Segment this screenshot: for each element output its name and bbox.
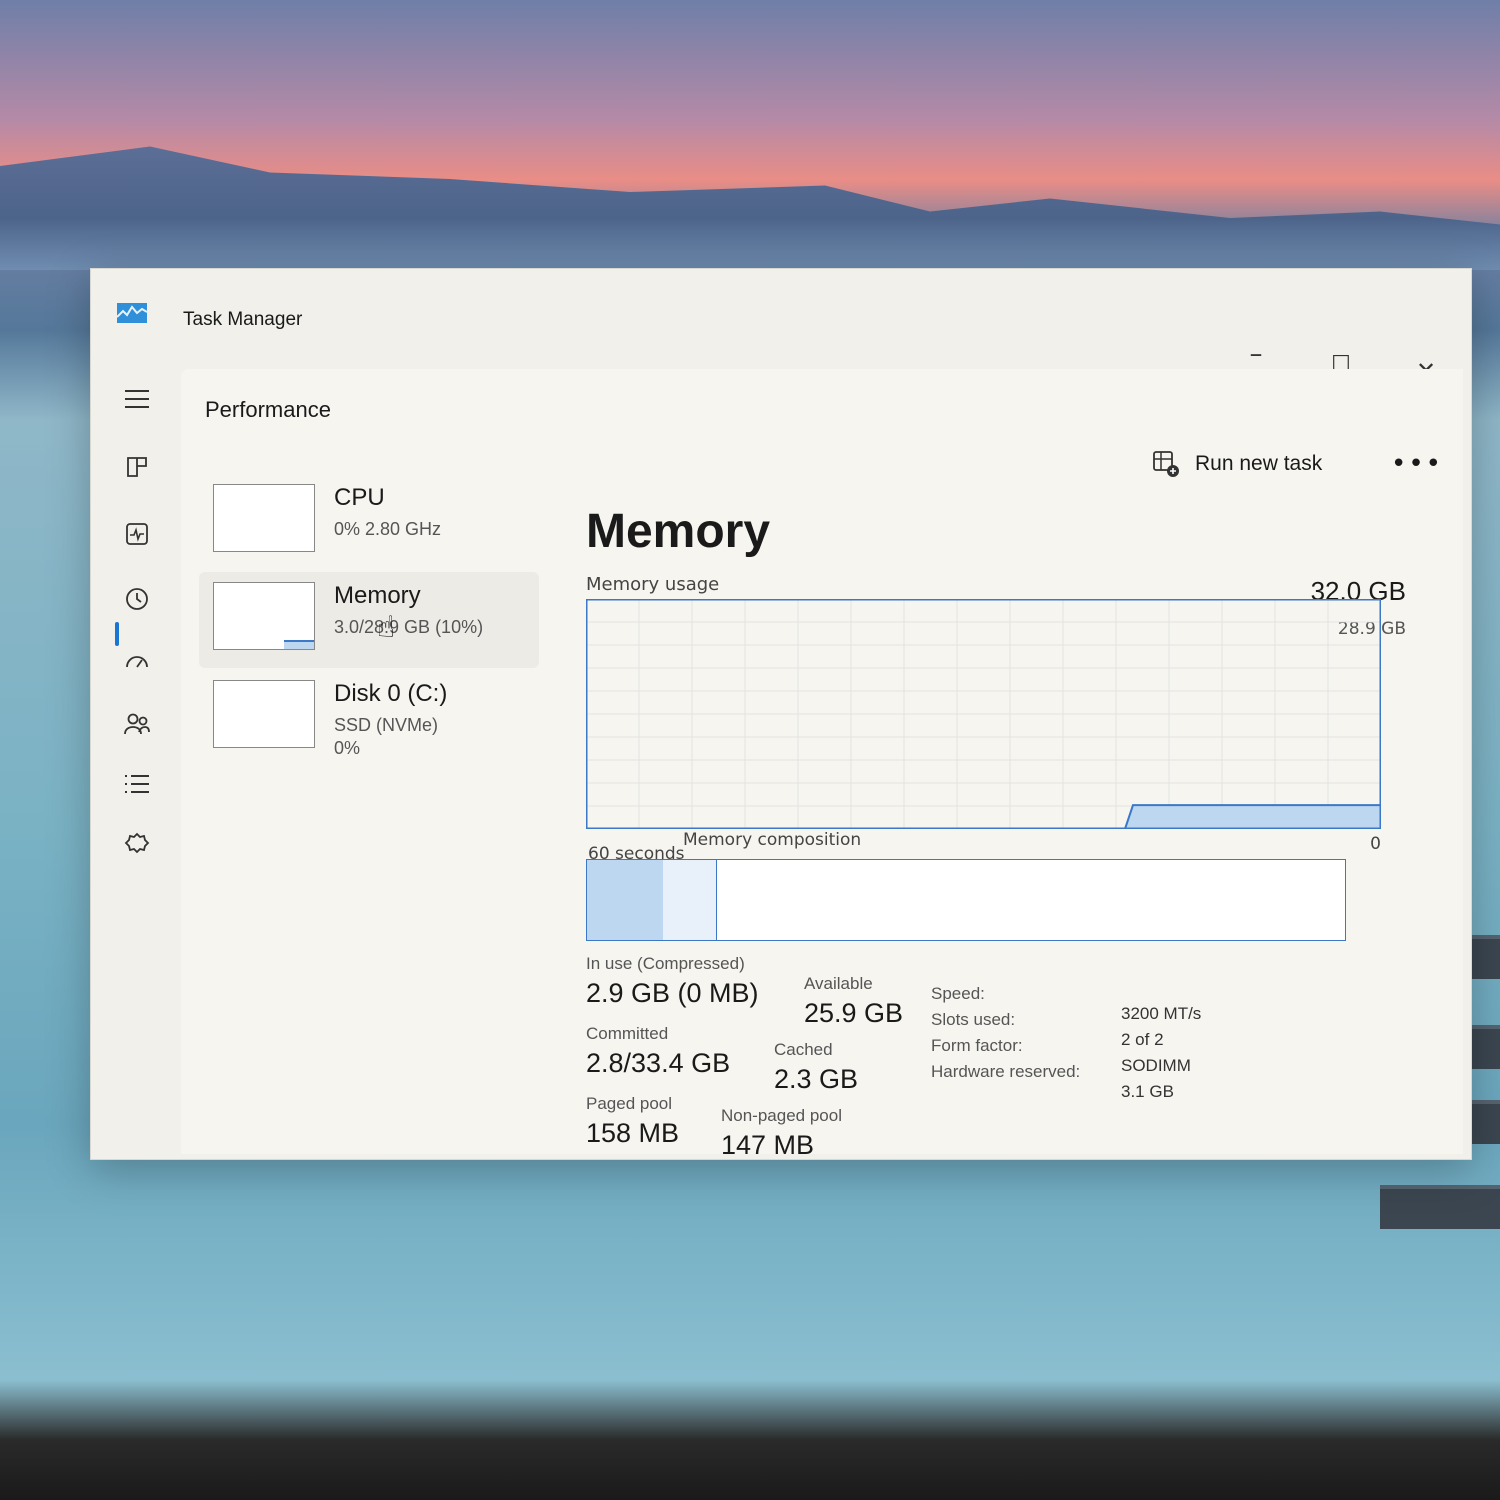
resource-title: Disk 0 (C:)	[334, 680, 448, 707]
composition-in-use	[587, 860, 664, 940]
composition-label: Memory composition	[683, 830, 862, 850]
memory-thumbnail-fill	[284, 640, 314, 649]
form-factor-label: Form factor:	[931, 1036, 1023, 1055]
resource-title: Memory	[334, 582, 421, 609]
cached-label: Cached	[774, 1040, 833, 1059]
run-new-task-label: Run new task	[1195, 452, 1323, 475]
resource-item-memory[interactable]: Memory 3.0/28.9 GB (10%) ☝	[199, 572, 539, 668]
startup-apps-icon[interactable]	[117, 641, 157, 681]
memory-usage-label: Memory usage	[586, 574, 720, 595]
nav-rail	[91, 369, 181, 1149]
resource-list: CPU 0% 2.80 GHz Memory 3.0/28.9 GB (10%)…	[199, 474, 539, 768]
chart-grid	[586, 599, 1381, 829]
memory-thumbnail-graph	[213, 582, 315, 650]
resource-title: CPU	[334, 484, 385, 511]
memory-stats: In use (Compressed) 2.9 GB (0 MB) Availa…	[586, 954, 1446, 1194]
slots-used-value: 2 of 2	[1121, 1030, 1164, 1049]
resource-subtitle-2: 0%	[334, 738, 361, 758]
paged-pool-label: Paged pool	[586, 1094, 673, 1113]
cpu-thumbnail-graph	[213, 484, 315, 552]
speed-label: Speed:	[931, 984, 985, 1003]
performance-icon[interactable]	[117, 514, 157, 554]
run-new-task-button[interactable]: Run new task	[1151, 449, 1322, 479]
details-icon[interactable]	[117, 764, 157, 804]
in-use-label: In use (Compressed)	[586, 954, 745, 973]
available-label: Available	[804, 974, 873, 993]
page-title: Performance	[205, 397, 331, 422]
resource-item-cpu[interactable]: CPU 0% 2.80 GHz	[199, 474, 539, 570]
in-use-value: 2.9 GB (0 MB)	[586, 978, 759, 1008]
processes-icon[interactable]	[117, 447, 157, 487]
memory-usage-chart	[586, 599, 1381, 829]
slots-used-label: Slots used:	[931, 1010, 1016, 1029]
run-task-icon	[1153, 451, 1179, 477]
available-value: 25.9 GB	[804, 998, 904, 1028]
disk-thumbnail-graph	[213, 680, 315, 748]
resource-subtitle: SSD (NVMe)	[334, 715, 439, 735]
wallpaper-mountains	[0, 146, 1500, 270]
non-paged-pool-label: Non-paged pool	[721, 1106, 842, 1125]
performance-panel: Performance Run new task ••• CPU 0% 2.80…	[181, 369, 1463, 1160]
resource-subtitle: 3.0/28.9 GB (10%)	[334, 617, 484, 637]
cached-value: 2.3 GB	[774, 1064, 859, 1094]
composition-modified	[662, 860, 717, 940]
resource-subtitle: 0% 2.80 GHz	[334, 519, 442, 539]
services-icon[interactable]	[117, 824, 157, 864]
task-manager-app-icon	[117, 303, 147, 323]
form-factor-value: SODIMM	[1121, 1056, 1191, 1075]
committed-label: Committed	[586, 1024, 669, 1043]
hardware-reserved-value: 3.1 GB	[1121, 1082, 1174, 1101]
app-history-icon[interactable]	[117, 579, 157, 619]
resource-item-disk[interactable]: Disk 0 (C:) SSD (NVMe) 0%	[199, 670, 539, 766]
users-icon[interactable]	[117, 704, 157, 744]
hand-cursor-icon: ☝	[377, 610, 396, 645]
paged-pool-value: 158 MB	[586, 1118, 680, 1148]
speed-value: 3200 MT/s	[1121, 1004, 1202, 1023]
hamburger-icon[interactable]	[117, 379, 157, 419]
more-options-button[interactable]: •••	[1391, 449, 1443, 479]
hardware-reserved-label: Hardware reserved:	[931, 1062, 1081, 1081]
memory-usage-area	[1123, 804, 1381, 829]
minimize-button[interactable]: –	[1236, 334, 1276, 374]
y-axis-min-label: 0	[1370, 834, 1381, 854]
detail-title: Memory	[586, 505, 771, 558]
memory-detail: Memory Memory usage 32.0 GB 28.9 GB 60 s…	[586, 504, 1446, 1160]
committed-value: 2.8/33.4 GB	[586, 1048, 731, 1078]
titlebar: Task Manager – ☐ ✕	[91, 269, 1471, 385]
window-title: Task Manager	[183, 309, 303, 330]
memory-composition-bar	[586, 859, 1346, 941]
task-manager-window: Task Manager – ☐ ✕ ⚙ Perfor	[90, 268, 1472, 1160]
non-paged-pool-value: 147 MB	[721, 1130, 815, 1160]
